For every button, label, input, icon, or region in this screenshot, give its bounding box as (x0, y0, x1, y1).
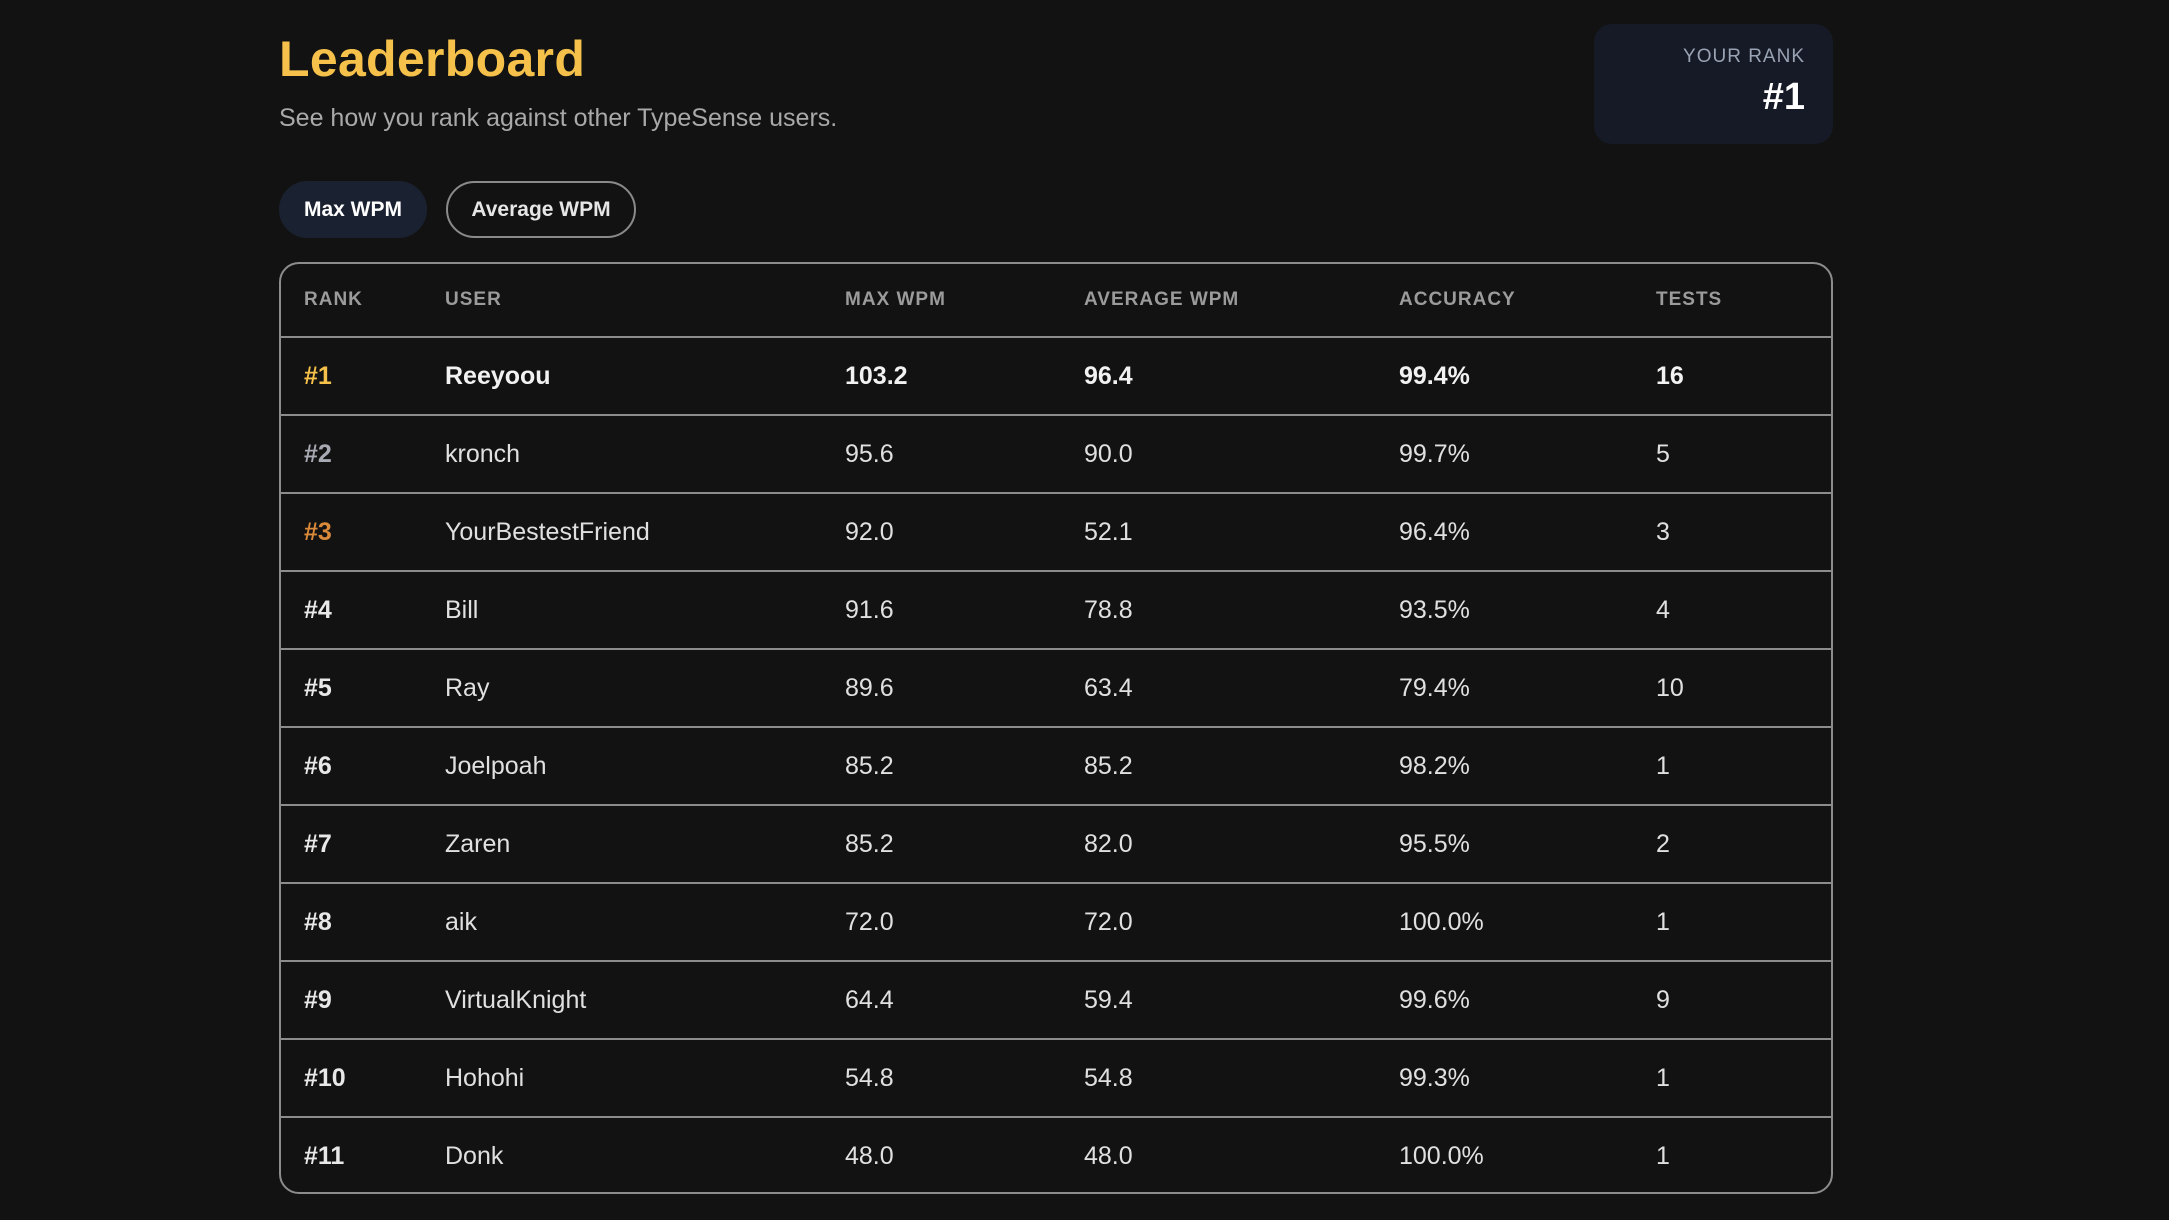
accuracy-cell: 99.3% (1399, 1039, 1656, 1118)
max-wpm-cell: 95.6 (845, 415, 1084, 494)
max-wpm-cell: 72.0 (845, 883, 1084, 962)
max-wpm-cell: 85.2 (845, 805, 1084, 884)
max-wpm-cell: 64.4 (845, 961, 1084, 1040)
your-rank-card: YOUR RANK #1 (1594, 24, 1833, 144)
table-row: #1 Reeyoou 103.2 96.4 99.4% 16 (281, 337, 1831, 416)
rank-cell: #11 (304, 1142, 345, 1170)
user-cell: aik (445, 883, 845, 962)
max-wpm-cell: 85.2 (845, 727, 1084, 806)
page-subtitle: See how you rank against other TypeSense… (279, 104, 838, 132)
table-row: #4 Bill 91.6 78.8 93.5% 4 (281, 571, 1831, 650)
sort-tabs: Max WPM Average WPM (279, 181, 636, 238)
rank-cell: #4 (281, 571, 445, 650)
average-wpm-cell: 90.0 (1084, 415, 1399, 494)
tests-cell: 5 (1656, 415, 1831, 494)
accuracy-cell: 96.4% (1399, 493, 1656, 572)
rank-cell: #2 (281, 415, 445, 494)
max-wpm-cell: 54.8 (845, 1039, 1084, 1118)
user-cell: YourBestestFriend (445, 493, 845, 572)
accuracy-cell: 100.0% (1399, 883, 1656, 962)
leaderboard-table-container: RANK USER MAX WPM AVERAGE WPM ACCURACY T… (279, 262, 1833, 1194)
leaderboard-table: RANK USER MAX WPM AVERAGE WPM ACCURACY T… (281, 264, 1831, 1192)
tests-cell: 3 (1656, 493, 1831, 572)
user-cell: Hohohi (445, 1039, 845, 1118)
rank-cell: #5 (281, 649, 445, 728)
average-wpm-cell: 63.4 (1084, 649, 1399, 728)
user-cell: VirtualKnight (445, 961, 845, 1040)
accuracy-cell: 95.5% (1399, 805, 1656, 884)
tests-cell: 9 (1656, 961, 1831, 1040)
tests-cell: 10 (1656, 649, 1831, 728)
user-cell: Joelpoah (445, 727, 845, 806)
average-wpm-cell: 96.4 (1084, 337, 1399, 416)
user-cell: Donk (445, 1142, 504, 1170)
rank-cell: #6 (281, 727, 445, 806)
table-body: #1 Reeyoou 103.2 96.4 99.4% 16 #2 kronch 95.6 90.… (281, 337, 1831, 1192)
max-wpm-cell: 91.6 (845, 571, 1084, 650)
tests-cell: 1 (1656, 727, 1831, 806)
rank-cell: #3 (281, 493, 445, 572)
tests-cell: 2 (1656, 805, 1831, 884)
max-wpm-cell: 89.6 (845, 649, 1084, 728)
table-row: #2 kronch 95.6 90.0 99.7% 5 (281, 415, 1831, 494)
max-wpm-cell: 92.0 (845, 493, 1084, 572)
accuracy-cell: 99.7% (1399, 415, 1656, 494)
average-wpm-cell: 54.8 (1084, 1039, 1399, 1118)
tab-max-wpm[interactable]: Max WPM (279, 181, 427, 238)
rank-cell: #10 (281, 1039, 445, 1118)
user-cell: Bill (445, 571, 845, 650)
user-cell: Reeyoou (445, 337, 845, 416)
column-header-average-wpm: AVERAGE WPM (1084, 264, 1399, 338)
column-header-tests: TESTS (1656, 264, 1831, 338)
table-row: #11 Donk 48.0 48.0 100.0% 1 (281, 1117, 1831, 1192)
user-cell: kronch (445, 415, 845, 494)
max-wpm-cell: 103.2 (845, 337, 1084, 416)
column-header-user: USER (445, 264, 845, 338)
table-header: RANK USER MAX WPM AVERAGE WPM ACCURACY T… (281, 264, 1831, 338)
tests-cell: 1 (1656, 1142, 1670, 1170)
table-row: #8 aik 72.0 72.0 100.0% 1 (281, 883, 1831, 962)
table-row: #3 YourBestestFriend 92.0 52.1 96.4% 3 (281, 493, 1831, 572)
user-cell: Zaren (445, 805, 845, 884)
accuracy-cell: 100.0% (1399, 1142, 1484, 1170)
column-header-rank: RANK (281, 264, 445, 338)
max-wpm-cell: 48.0 (845, 1142, 894, 1170)
rank-cell: #8 (281, 883, 445, 962)
page-title: Leaderboard (279, 31, 586, 87)
table-row: #9 VirtualKnight 64.4 59.4 99.6% 9 (281, 961, 1831, 1040)
average-wpm-cell: 82.0 (1084, 805, 1399, 884)
your-rank-value: #1 (1762, 76, 1805, 118)
table-row: #10 Hohohi 54.8 54.8 99.3% 1 (281, 1039, 1831, 1118)
tests-cell: 4 (1656, 571, 1831, 650)
accuracy-cell: 99.6% (1399, 961, 1656, 1040)
tests-cell: 1 (1656, 1039, 1831, 1118)
header-row: RANK USER MAX WPM AVERAGE WPM ACCURACY T… (281, 264, 1831, 338)
tests-cell: 16 (1656, 337, 1831, 416)
accuracy-cell: 99.4% (1399, 337, 1656, 416)
user-cell: Ray (445, 649, 845, 728)
average-wpm-cell: 78.8 (1084, 571, 1399, 650)
column-header-max-wpm: MAX WPM (845, 264, 1084, 338)
tests-cell: 1 (1656, 883, 1831, 962)
accuracy-cell: 79.4% (1399, 649, 1656, 728)
your-rank-label: YOUR RANK (1683, 46, 1805, 67)
leaderboard-page: Leaderboard See how you rank against oth… (0, 0, 2169, 1220)
rank-cell: #7 (281, 805, 445, 884)
rank-cell: #1 (281, 337, 445, 416)
tab-average-wpm[interactable]: Average WPM (446, 181, 636, 238)
accuracy-cell: 98.2% (1399, 727, 1656, 806)
accuracy-cell: 93.5% (1399, 571, 1656, 650)
column-header-accuracy: ACCURACY (1399, 264, 1656, 338)
average-wpm-cell: 85.2 (1084, 727, 1399, 806)
rank-cell: #9 (281, 961, 445, 1040)
average-wpm-cell: 59.4 (1084, 961, 1399, 1040)
average-wpm-cell: 72.0 (1084, 883, 1399, 962)
table-row: #6 Joelpoah 85.2 85.2 98.2% 1 (281, 727, 1831, 806)
table-row: #5 Ray 89.6 63.4 79.4% 10 (281, 649, 1831, 728)
average-wpm-cell: 52.1 (1084, 493, 1399, 572)
average-wpm-cell: 48.0 (1084, 1142, 1133, 1170)
table-row: #7 Zaren 85.2 82.0 95.5% 2 (281, 805, 1831, 884)
